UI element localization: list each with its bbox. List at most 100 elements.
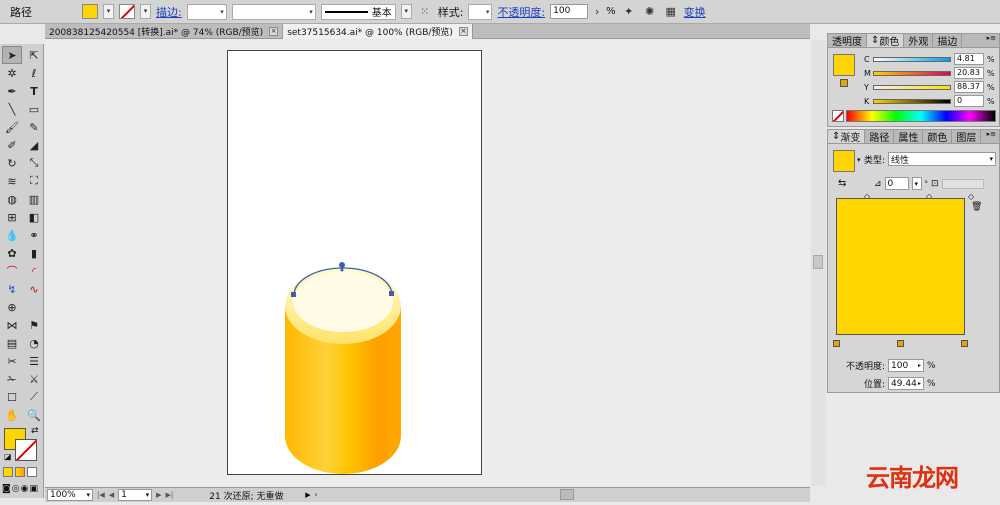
scroll-left-icon[interactable]: ‹ bbox=[315, 491, 318, 499]
hand-tool-icon[interactable]: ✋ bbox=[2, 406, 22, 424]
variable-width-select[interactable]: ▾ bbox=[231, 3, 316, 20]
lasso-tool-icon[interactable]: ℓ bbox=[24, 64, 44, 82]
table-tool-icon[interactable]: ▤ bbox=[2, 334, 22, 352]
screen-mode-icon[interactable]: ▣ bbox=[29, 484, 38, 494]
draw-normal-icon[interactable]: ◙ bbox=[2, 484, 11, 494]
scissors-tool-icon[interactable]: ✂ bbox=[2, 352, 22, 370]
fill-dropdown-arrow[interactable]: ▾ bbox=[103, 4, 114, 19]
graphic-style-select[interactable]: ▾ bbox=[468, 3, 493, 20]
draw-inside-icon[interactable]: ◉ bbox=[21, 484, 29, 494]
opacity-input[interactable]: 100 bbox=[550, 4, 589, 19]
channel-m-input[interactable]: 20.83 bbox=[954, 67, 984, 79]
blend-tool-icon[interactable]: ⚭ bbox=[24, 226, 44, 244]
direct-selection-tool-icon[interactable]: ⇱ bbox=[24, 46, 44, 64]
tab-stroke[interactable]: 描边 bbox=[933, 34, 963, 48]
aspect-ratio-input[interactable] bbox=[941, 178, 984, 189]
navigator-icon[interactable]: ⊕ bbox=[2, 298, 22, 316]
channel-c-input[interactable]: 4.81 bbox=[954, 53, 984, 65]
gradient-type-select[interactable]: 线性 ▾ bbox=[888, 152, 997, 166]
scroll-thumb[interactable] bbox=[813, 255, 823, 269]
recolor-artwork-icon[interactable]: ✦ bbox=[621, 4, 637, 20]
tab-transparency[interactable]: 透明度 bbox=[828, 34, 867, 48]
curvature-tool-icon[interactable]: ◜ bbox=[24, 262, 44, 280]
close-tab-1-icon[interactable]: × bbox=[269, 27, 279, 36]
free-transform-tool-icon[interactable]: ⛶ bbox=[24, 172, 44, 190]
cylinder-artwork[interactable] bbox=[228, 51, 483, 476]
list-tool-icon[interactable]: ☰ bbox=[24, 352, 44, 370]
delete-stop-icon[interactable]: 🗑 bbox=[971, 202, 982, 212]
gradient-preview-swatch[interactable] bbox=[833, 150, 855, 172]
panel-menu-icon[interactable]: ▸≡ bbox=[987, 34, 999, 47]
channel-y-input[interactable]: 88.37 bbox=[954, 81, 984, 93]
perspective-grid-tool-icon[interactable]: ▥ bbox=[24, 190, 44, 208]
shape-builder-tool-icon[interactable]: ◍ bbox=[2, 190, 22, 208]
channel-y-slider[interactable] bbox=[873, 84, 951, 90]
stroke-profile-dropdown[interactable]: ▾ bbox=[400, 4, 412, 19]
none-mode-icon[interactable] bbox=[27, 467, 37, 477]
symbol-sprayer-tool-icon[interactable]: ✿ bbox=[2, 244, 22, 262]
paintbrush-tool-icon[interactable]: 🖌 bbox=[2, 118, 22, 136]
horizontal-scroll-thumb[interactable] bbox=[560, 489, 574, 500]
color-fill-swatch[interactable] bbox=[833, 54, 855, 76]
flag-tool-icon[interactable]: ⚑ bbox=[24, 316, 44, 334]
column-graph-tool-icon[interactable]: ▮ bbox=[24, 244, 44, 262]
artboard-select[interactable]: 1 ▾ bbox=[118, 489, 153, 501]
color-spectrum[interactable] bbox=[846, 110, 996, 122]
gradient-stop-middle[interactable] bbox=[897, 340, 904, 347]
channel-k-input[interactable]: 0 bbox=[954, 95, 984, 107]
gradient-tool-icon[interactable]: ◧ bbox=[24, 208, 44, 226]
tab-gradient[interactable]: ⇕ 渐变 bbox=[828, 130, 866, 144]
prev-artboard-icon[interactable]: ◀ bbox=[109, 491, 114, 499]
opacity-arrow-icon[interactable]: › bbox=[593, 4, 601, 20]
tab-color[interactable]: ⇕ 颜色 bbox=[867, 34, 905, 48]
fill-color-swatch[interactable] bbox=[82, 4, 98, 19]
magic-wand-tool-icon[interactable]: ✲ bbox=[2, 64, 22, 82]
stop-location-input[interactable]: 49.44 ▸ bbox=[888, 377, 925, 390]
gradient-panel-menu-icon[interactable]: ▸≡ bbox=[987, 130, 999, 143]
arrange-icon[interactable]: ⁙ bbox=[417, 4, 433, 20]
gradient-stop-left[interactable] bbox=[833, 340, 840, 347]
knife-tool-icon[interactable]: ⚔ bbox=[24, 370, 44, 388]
reverse-gradient-icon[interactable]: ⇆ bbox=[838, 178, 846, 189]
out-of-gamut-icon[interactable] bbox=[840, 79, 848, 87]
pen-tool-icon[interactable]: ✒ bbox=[2, 82, 22, 100]
channel-m-slider[interactable] bbox=[873, 70, 951, 76]
tab-color-2[interactable]: 颜色 bbox=[923, 130, 953, 144]
gradient-swatch-dropdown[interactable]: ▾ bbox=[857, 156, 861, 164]
artboard-tool-icon[interactable]: ☐ bbox=[2, 388, 22, 406]
angle-input[interactable]: 0 bbox=[884, 177, 909, 190]
none-color-icon[interactable] bbox=[832, 110, 844, 122]
default-colors-icon[interactable]: ◪ bbox=[4, 452, 12, 461]
color-mode-icon[interactable] bbox=[3, 467, 13, 477]
artboard[interactable] bbox=[227, 50, 482, 475]
gradient-slider-preview[interactable] bbox=[836, 198, 965, 335]
anchor-point-tool-icon[interactable]: ⌒ bbox=[2, 262, 22, 280]
tab-layers[interactable]: 图层 bbox=[952, 130, 982, 144]
next-artboard-icon[interactable]: ▶ bbox=[156, 491, 161, 499]
document-setup-icon[interactable]: ✺ bbox=[642, 4, 658, 20]
blob-brush-tool-icon[interactable]: ✐ bbox=[2, 136, 22, 154]
stroke-color-box[interactable] bbox=[15, 439, 37, 461]
tab-document-1[interactable]: 200838125420554 [转换].ai* @ 74% (RGB/预览) … bbox=[45, 24, 284, 39]
rotate-tool-icon[interactable]: ↻ bbox=[2, 154, 22, 172]
gradient-stop-right[interactable] bbox=[961, 340, 968, 347]
canvas-area[interactable] bbox=[45, 40, 810, 486]
zoom-select[interactable]: 100% ▾ bbox=[47, 489, 93, 501]
status-menu-icon[interactable]: ▶ bbox=[305, 491, 310, 499]
width-tool-icon[interactable]: ↯ bbox=[2, 280, 22, 298]
draw-behind-icon[interactable]: ◎ bbox=[12, 484, 20, 494]
tab-appearance[interactable]: 外观 bbox=[904, 34, 934, 48]
channel-c-slider[interactable] bbox=[873, 56, 951, 62]
angle-dropdown[interactable]: ▾ bbox=[911, 177, 922, 190]
tab-pathfinder[interactable]: 路径 bbox=[865, 130, 895, 144]
selection-tool-icon[interactable]: ➤ bbox=[2, 46, 22, 64]
first-artboard-icon[interactable]: |◀ bbox=[97, 491, 105, 499]
stroke-dropdown-arrow[interactable]: ▾ bbox=[140, 4, 151, 19]
zoom-tool-icon[interactable]: 🔍 bbox=[24, 406, 44, 424]
swap-fill-stroke-icon[interactable]: ⇄ bbox=[31, 426, 39, 436]
gradient-midpoint-right-icon[interactable]: ◇ bbox=[968, 192, 974, 201]
opacity-link[interactable]: 不透明度: bbox=[497, 4, 545, 20]
pencil-tool-icon[interactable]: ✎ bbox=[24, 118, 44, 136]
stroke-link[interactable]: 描边: bbox=[156, 4, 182, 20]
gradient-mode-icon[interactable] bbox=[15, 467, 25, 477]
